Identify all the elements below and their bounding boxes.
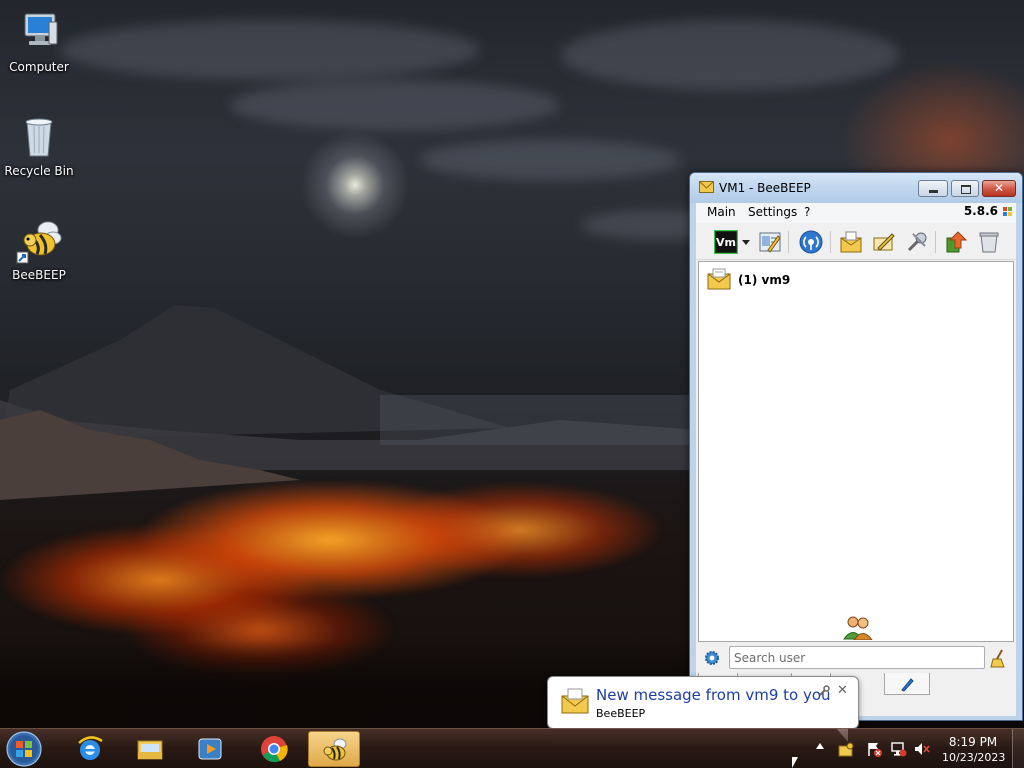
beebeep-tray-icon[interactable]: [838, 741, 854, 757]
taskbar: 8:19 PM 10/23/2023: [0, 728, 1024, 768]
network-icon[interactable]: [799, 230, 823, 254]
menu-help[interactable]: ?: [804, 205, 810, 219]
envelope-icon: [561, 688, 589, 714]
search-bar: [696, 643, 1016, 673]
vm-status-icon[interactable]: Vm: [713, 229, 739, 255]
tab-shares[interactable]: [884, 673, 930, 695]
close-icon: ✕: [993, 181, 1005, 195]
dropdown-arrow-icon[interactable]: [741, 230, 751, 254]
maximize-button[interactable]: [951, 180, 979, 197]
menubar: Main Settings ? 5.8.6: [696, 203, 1016, 223]
envelope-icon: [699, 181, 714, 193]
clock-date[interactable]: 10/23/2023: [942, 751, 1005, 764]
chat-label: (1) vm9: [738, 273, 791, 287]
chat-list: (1) vm9: [698, 261, 1014, 642]
minimize-button[interactable]: [918, 180, 948, 197]
close-button[interactable]: ✕: [982, 180, 1016, 197]
edit-profile-icon[interactable]: [758, 230, 782, 254]
notification-title: New message from vm9 to you: [596, 686, 831, 704]
action-center-flag-icon[interactable]: [866, 741, 882, 757]
toolbar: Vm: [696, 225, 1016, 260]
window-titlebar[interactable]: VM1 - BeeBEEP ✕: [690, 173, 1022, 203]
window-client: Main Settings ? 5.8.6 Vm (1) vm9 Search …: [696, 203, 1016, 716]
trash-icon[interactable]: [977, 230, 1001, 254]
desktop-icon-beebeep[interactable]: BeeBEEP: [1, 216, 77, 282]
taskbar-file-explorer[interactable]: [124, 731, 176, 767]
search-input[interactable]: [729, 646, 985, 669]
version-label: 5.8.6: [963, 204, 998, 218]
taskbar-chrome[interactable]: [248, 731, 300, 767]
clear-search-icon[interactable]: [990, 648, 1008, 668]
chat-list-item[interactable]: (1) vm9: [705, 268, 1005, 292]
envelope-icon: [707, 268, 731, 290]
menu-settings[interactable]: Settings: [748, 205, 797, 219]
write-message-icon[interactable]: [872, 230, 896, 254]
show-hidden-icons-button[interactable]: [816, 743, 824, 749]
bee-icon: [15, 216, 63, 264]
desktop-icon-label: Computer: [9, 60, 69, 74]
plugins-icon[interactable]: [905, 230, 929, 254]
desktop-icon-label: Recycle Bin: [4, 164, 74, 178]
volume-muted-icon[interactable]: [914, 741, 930, 757]
recycle-bin-icon: [15, 112, 63, 160]
start-button[interactable]: [4, 730, 44, 768]
desktop-icon-recycle-bin[interactable]: Recycle Bin: [1, 112, 77, 178]
gear-icon[interactable]: [704, 650, 720, 666]
taskbar-internet-explorer[interactable]: [64, 731, 116, 767]
beebeep-window: VM1 - BeeBEEP ✕ Main Settings ? 5.8.6 Vm: [689, 172, 1023, 721]
notification-balloon[interactable]: New message from vm9 to you BeeBEEP ✕: [547, 676, 859, 742]
internet-explorer-icon: [76, 735, 104, 763]
show-desktop-button[interactable]: [1012, 729, 1024, 768]
desktop-icon-computer[interactable]: Computer: [1, 8, 77, 74]
chrome-icon: [260, 735, 288, 763]
mouse-cursor: [792, 757, 798, 768]
notification-close-button[interactable]: ✕: [837, 683, 848, 698]
computer-icon: [15, 8, 63, 56]
wrench-icon[interactable]: [818, 685, 830, 697]
taskbar-media-player[interactable]: [184, 731, 236, 767]
network-tray-icon[interactable]: [891, 741, 907, 757]
window-title: VM1 - BeeBEEP: [719, 181, 811, 195]
menu-main[interactable]: Main: [707, 205, 736, 219]
desktop-icon-label: BeeBEEP: [12, 268, 66, 282]
bee-icon: [321, 736, 349, 764]
update-icon[interactable]: [944, 230, 968, 254]
clock-time[interactable]: 8:19 PM: [942, 735, 1004, 749]
users-icon[interactable]: [842, 614, 874, 641]
svg-text:Vm: Vm: [716, 236, 736, 249]
notification-source: BeeBEEP: [596, 707, 646, 720]
taskbar-beebeep[interactable]: [308, 731, 360, 767]
windows-flag-icon: [1002, 206, 1014, 218]
media-player-icon: [196, 735, 224, 763]
messages-icon[interactable]: [839, 230, 863, 254]
folder-icon: [136, 735, 164, 763]
